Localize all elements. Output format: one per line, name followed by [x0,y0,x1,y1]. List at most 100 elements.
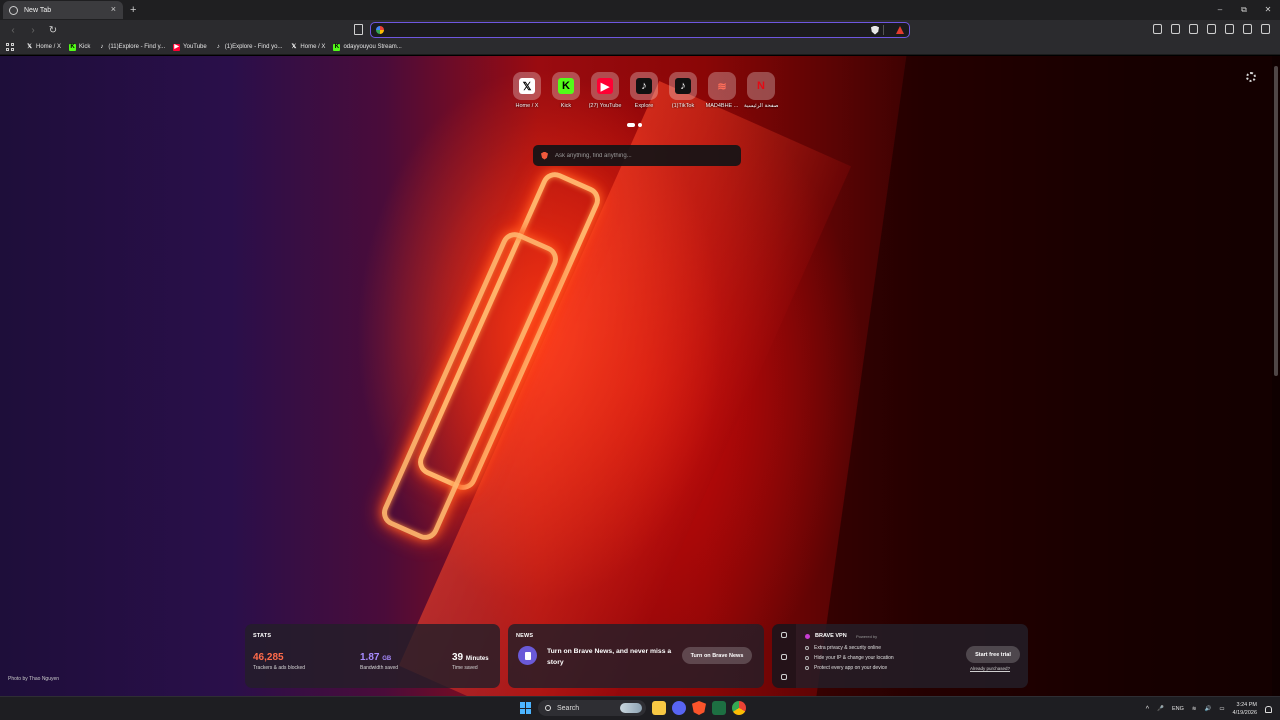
pager-dot-active[interactable] [627,123,635,127]
bookmark-label: (11)Explore - Find y... [108,44,166,50]
start-free-trial-button[interactable]: Start free trial [966,646,1020,663]
top-site-tiktok[interactable]: ♪ (1)TikTok [666,72,700,109]
warning-icon[interactable] [781,654,787,660]
bookmark-label: Home / X [36,44,62,50]
news-title: NEWS [516,633,534,639]
file-explorer-icon[interactable] [652,701,666,715]
vpn-icon[interactable] [1243,24,1252,34]
already-purchased-link[interactable]: Already purchased? [970,666,1010,671]
tab-new-tab[interactable]: New Tab × [3,1,123,19]
clock[interactable]: 3:24 PM 4/19/2026 [1233,701,1257,717]
maximize-button[interactable]: ⧉ [1232,0,1256,20]
google-icon [376,26,384,34]
battery-icon[interactable]: ▭ [1219,706,1224,712]
brave-shields-icon[interactable] [871,25,879,35]
top-site-explore[interactable]: ♪ Explore [627,72,661,109]
top-site-tile[interactable]: ≋ [708,72,736,100]
extensions-icon[interactable] [1207,24,1216,34]
gear-icon[interactable] [1246,72,1256,82]
new-tab-button[interactable]: + [130,4,136,16]
chrome-icon[interactable] [732,701,746,715]
turn-on-news-button[interactable]: Turn on Brave News [682,647,752,664]
chevron-up-icon[interactable]: ^ [1146,706,1149,713]
tiktok-icon: ♪ [216,43,220,50]
news-widget: NEWS Turn on Brave News, and never miss … [508,624,764,688]
address-bar[interactable] [370,22,910,38]
leo-ai-icon[interactable] [1225,24,1234,34]
top-site-netflix[interactable]: N الصفحة الرئيسية [744,72,778,109]
forward-button[interactable]: › [26,25,40,36]
top-site-tile[interactable]: ♪ [630,72,658,100]
windows-start-icon[interactable] [520,702,532,714]
close-window-button[interactable]: ✕ [1256,0,1280,20]
minimize-button[interactable]: – [1208,0,1232,20]
page-scrollbar[interactable] [1272,56,1280,696]
youtube-icon: ▶ [597,78,613,94]
wifi-icon[interactable]: ≋ [1192,706,1197,712]
language-indicator[interactable]: ENG [1172,706,1184,712]
top-site-tile[interactable]: 𝕏 [513,72,541,100]
bookmark-kick-stream[interactable]: Kodayyouyou Stream... [333,43,402,51]
feature-text: Hide your IP & change your location [814,655,894,662]
download-icon[interactable] [1171,24,1180,34]
taskbar-search[interactable]: Search [538,700,646,716]
wallet-icon[interactable] [1153,24,1162,34]
top-site-tile[interactable]: N [747,72,775,100]
bandwidth-value: 1.87 [360,652,380,663]
menu-icon[interactable] [1261,24,1270,34]
microphone-icon[interactable]: 🎤 [1157,706,1164,712]
top-site-youtube[interactable]: ▶ (27) YouTube [588,72,622,109]
tiktok-icon: ♪ [636,78,652,94]
divider [883,25,884,35]
top-site-mad4bhe[interactable]: ≋ MAD4BHE ... [705,72,739,109]
shield-icon[interactable] [781,632,787,638]
pager-dot[interactable] [638,123,642,127]
sidebar-icon[interactable] [1189,24,1198,34]
volume-icon[interactable]: 🔊 [1204,706,1211,712]
list-item: Extra privacy & security online [805,645,894,651]
widget-switcher [772,624,796,688]
brave-browser-icon[interactable] [692,701,706,715]
bookmarks-bar: 𝕏 Home / X K Kick ♪ (11)Explore - Find y...… [0,40,1280,55]
check-icon [805,666,809,671]
reload-button[interactable]: ↻ [46,25,60,36]
search-icon [545,705,551,711]
toolbar-right-icons [1153,24,1270,34]
bookmark-icon[interactable] [354,24,363,35]
browser-toolbar: ‹ › ↻ [0,20,1280,40]
bookmark-tiktok-explore[interactable]: ♪ (11)Explore - Find y... [98,44,165,51]
discord-icon[interactable] [672,701,686,715]
url-input[interactable] [389,25,871,35]
top-site-kick[interactable]: K Kick [549,72,583,109]
bookmark-home-x-2[interactable]: 𝕏 Home / X [290,44,326,51]
apps-grid-icon[interactable] [6,43,14,51]
bookmark-youtube[interactable]: ▶ YouTube [173,43,207,51]
back-button[interactable]: ‹ [6,25,20,36]
top-site-label: Home / X [515,103,539,109]
bookmark-home-x[interactable]: 𝕏 Home / X [26,44,61,51]
bookmark-tiktok-explore-2[interactable]: ♪ (1)Explore - Find yo... [215,44,283,51]
top-site-label: Explore [634,103,654,109]
check-icon [805,646,809,650]
bookmark-kick[interactable]: K Kick [69,43,90,51]
top-site-tile[interactable]: ♪ [669,72,697,100]
notification-bell-icon[interactable] [1265,705,1272,713]
feature-text: Protect every app on your device [814,665,888,672]
close-tab-icon[interactable]: × [111,4,116,14]
kick-icon: K [558,78,574,94]
bandwidth-unit: GB [382,656,392,662]
top-site-tile[interactable]: K [552,72,580,100]
photo-credit[interactable]: Photo by Thao Nguyen [8,676,59,682]
top-site-tile[interactable]: ▶ [591,72,619,100]
brave-shield-icon [9,5,18,15]
scrollbar-thumb[interactable] [1274,66,1278,376]
netflix-icon: N [757,80,765,92]
search-box[interactable] [533,145,741,166]
excel-icon[interactable] [712,701,726,715]
top-site-home-x[interactable]: 𝕏 Home / X [510,72,544,109]
search-input[interactable] [555,152,733,159]
wallet-icon[interactable] [781,674,787,680]
brave-rewards-icon[interactable] [896,26,904,34]
taskbar-search-label: Search [557,704,580,712]
kick-icon: K [69,43,77,51]
